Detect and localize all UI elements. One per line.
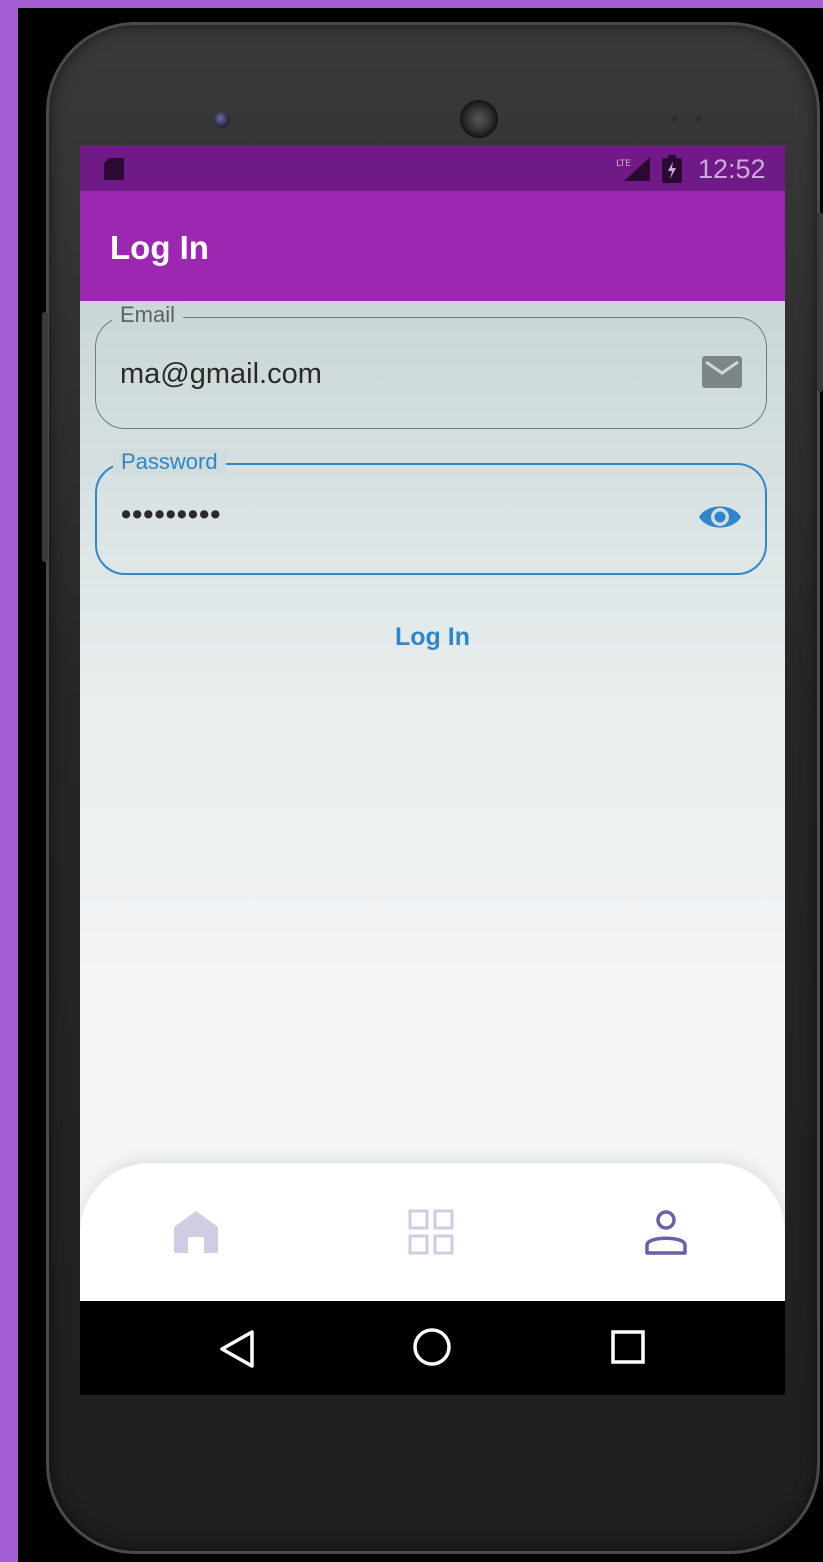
background-top-edge	[0, 0, 823, 8]
bottom-navigation	[80, 1163, 785, 1303]
status-bar: LTE 12:52	[80, 145, 785, 191]
svg-text:LTE: LTE	[616, 159, 631, 169]
battery-icon	[662, 155, 682, 183]
email-input-value[interactable]: ma@gmail.com	[120, 358, 322, 391]
login-button[interactable]: Log In	[80, 623, 785, 652]
front-camera	[214, 112, 230, 128]
login-form: Email ma@gmail.com Password ••••••••• Lo…	[80, 301, 785, 1301]
light-sensor	[696, 116, 702, 122]
sd-card-icon	[104, 158, 124, 180]
lte-signal-icon: LTE	[616, 157, 650, 181]
home-circle-icon[interactable]	[412, 1327, 452, 1367]
device-screen: LTE 12:52 Log In Email ma@gmail.com Pass…	[80, 145, 785, 1395]
recents-icon[interactable]	[610, 1329, 646, 1365]
back-icon[interactable]	[218, 1329, 256, 1369]
phone-side-button-right	[817, 212, 823, 392]
home-icon[interactable]	[174, 1211, 218, 1253]
background-side-edge	[0, 0, 18, 1562]
proximity-sensor	[672, 116, 678, 122]
mail-icon	[702, 356, 742, 388]
email-field[interactable]: Email ma@gmail.com	[95, 302, 767, 429]
password-field[interactable]: Password •••••••••	[95, 449, 767, 575]
eye-icon[interactable]	[697, 501, 743, 533]
profile-icon[interactable]	[644, 1209, 688, 1255]
system-navigation-bar	[80, 1301, 785, 1395]
email-label: Email	[112, 302, 184, 328]
phone-side-button-left	[42, 312, 48, 562]
page-title: Log In	[110, 229, 209, 266]
grid-icon[interactable]	[408, 1209, 454, 1255]
status-clock: 12:52	[698, 154, 766, 184]
password-label: Password	[113, 449, 226, 475]
password-input-value[interactable]: •••••••••	[121, 499, 221, 532]
earpiece-speaker	[460, 100, 498, 138]
app-bar: Log In	[80, 191, 785, 301]
